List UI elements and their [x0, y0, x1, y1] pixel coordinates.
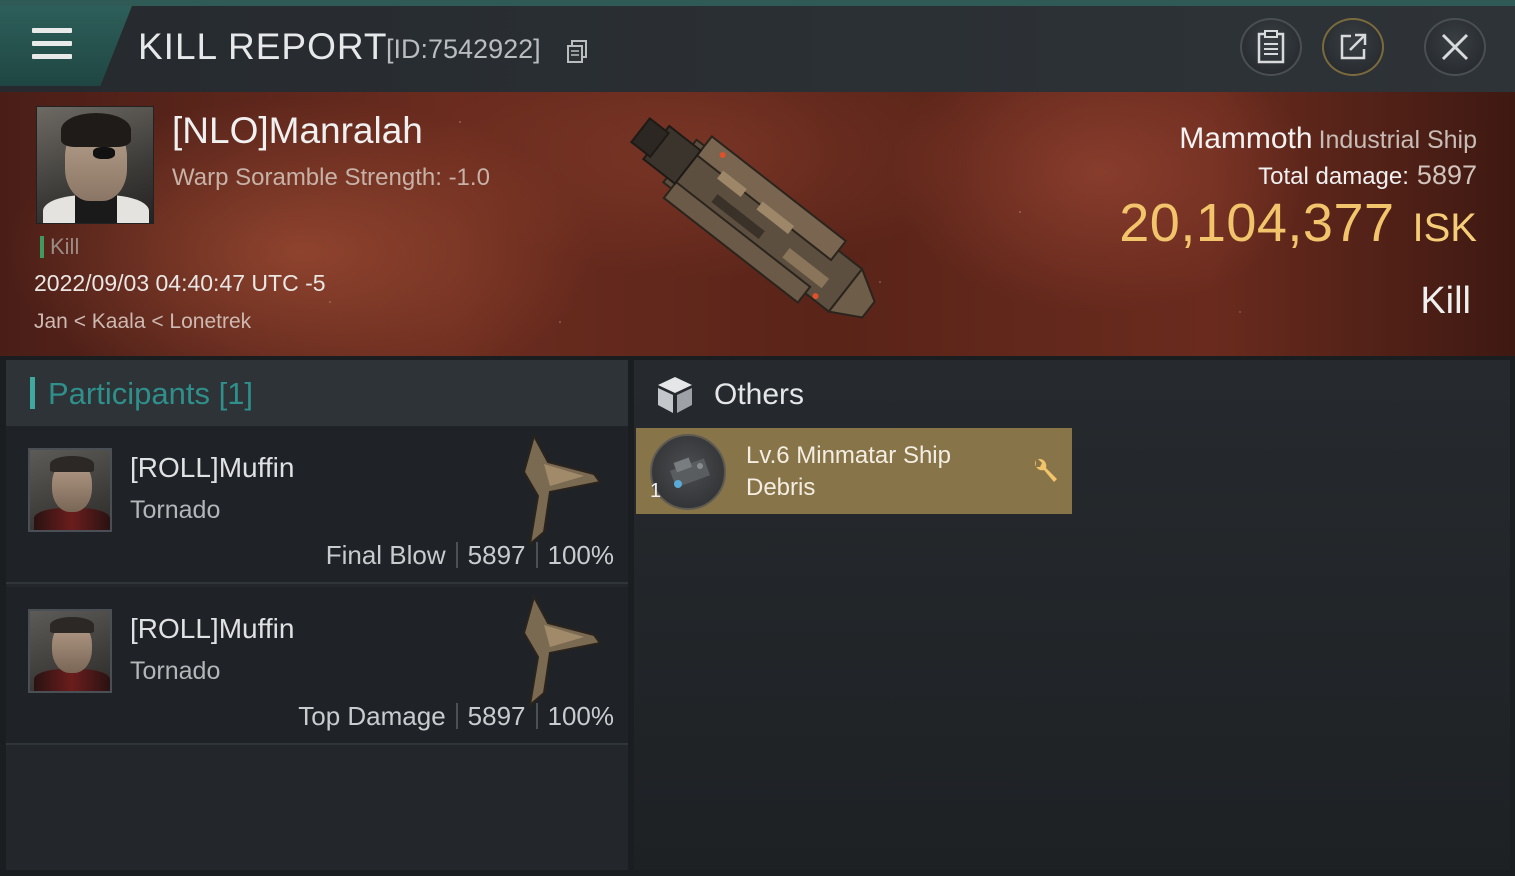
- participant-percent: 100%: [547, 701, 615, 731]
- loot-item[interactable]: 1 Lv.6 Minmatar Ship Debris: [636, 428, 1072, 514]
- participant-role: Final Blow: [325, 540, 446, 570]
- ship-type: Mammoth: [1179, 122, 1313, 155]
- participant-name: [ROLL]Muffin: [130, 613, 295, 644]
- tab-indicator: [30, 377, 35, 409]
- participant-ship: Tornado: [130, 657, 221, 685]
- isk-value: 20,104,377 ISK: [1119, 192, 1477, 254]
- kill-datetime: 2022/09/03 04:40:47 UTC -5: [34, 270, 326, 296]
- header-accent-line: [0, 0, 1515, 6]
- participant-portrait[interactable]: [28, 609, 112, 693]
- clipboard-button[interactable]: [1240, 18, 1302, 76]
- copy-icon[interactable]: [566, 40, 588, 64]
- close-button[interactable]: [1424, 18, 1486, 76]
- participant-ship-image: [522, 594, 602, 708]
- menu-icon: [32, 28, 72, 60]
- victim-subtitle: Warp Soramble Strength: -1.0: [172, 164, 490, 191]
- kill-location[interactable]: Jan < Kaala < Lonetrek: [34, 310, 251, 334]
- others-panel: Others 1 Lv.6 Minmatar Ship Debris: [634, 360, 1510, 870]
- participants-label: Participants [1]: [48, 376, 254, 411]
- victim-portrait[interactable]: [36, 106, 154, 224]
- participant-row[interactable]: [ROLL]Muffin Tornado Top Damage 5897 100%: [6, 587, 628, 745]
- item-name: Lv.6 Minmatar Ship Debris: [746, 442, 951, 501]
- ship-name[interactable]: Mammoth Industrial Ship: [1179, 122, 1477, 156]
- victim-ship-image[interactable]: [600, 96, 920, 346]
- participant-stats: Final Blow 5897 100%: [326, 540, 614, 571]
- participant-stats: Top Damage 5897 100%: [298, 701, 614, 732]
- close-icon: [1441, 33, 1469, 61]
- share-icon: [1340, 33, 1367, 60]
- participant-role: Top Damage: [298, 701, 446, 731]
- participants-tab[interactable]: Participants [1]: [6, 360, 628, 426]
- participant-damage: 5897: [467, 701, 526, 731]
- kill-tag: Kill: [40, 236, 79, 258]
- participant-portrait[interactable]: [28, 448, 112, 532]
- total-damage-value: 5897: [1416, 160, 1477, 190]
- participant-damage: 5897: [467, 540, 526, 570]
- isk-amount: 20,104,377: [1119, 193, 1395, 253]
- participant-percent: 100%: [547, 540, 615, 570]
- total-damage: Total damage: 5897: [1258, 160, 1477, 191]
- share-button[interactable]: [1322, 18, 1384, 76]
- participants-panel: Participants [1] [ROLL]Muffin Tornado Fi…: [6, 360, 628, 870]
- isk-unit: ISK: [1412, 206, 1477, 250]
- page-title: KILL REPORT: [138, 26, 388, 67]
- cube-icon: [658, 377, 692, 413]
- participant-ship-image: [522, 433, 602, 547]
- others-label: Others: [714, 378, 805, 411]
- participant-name: [ROLL]Muffin: [130, 452, 295, 483]
- wrench-icon: [1035, 458, 1057, 482]
- victim-name[interactable]: [NLO]Manralah: [172, 110, 423, 152]
- header-bar: KILL REPORT [ID:7542922]: [0, 0, 1515, 92]
- total-damage-label: Total damage:: [1258, 163, 1409, 190]
- item-quantity: 1: [650, 480, 662, 502]
- victim-banner: [NLO]Manralah Warp Soramble Strength: -1…: [0, 92, 1515, 356]
- debris-item-icon: [650, 434, 726, 510]
- clipboard-icon: [1257, 30, 1285, 64]
- ship-class: Industrial Ship: [1318, 126, 1477, 154]
- kill-result: Kill: [1420, 280, 1471, 322]
- participant-ship: Tornado: [130, 496, 221, 524]
- report-id: [ID:7542922]: [386, 34, 541, 64]
- menu-button[interactable]: [0, 6, 132, 86]
- participant-row[interactable]: [ROLL]Muffin Tornado Final Blow 5897 100%: [6, 426, 628, 584]
